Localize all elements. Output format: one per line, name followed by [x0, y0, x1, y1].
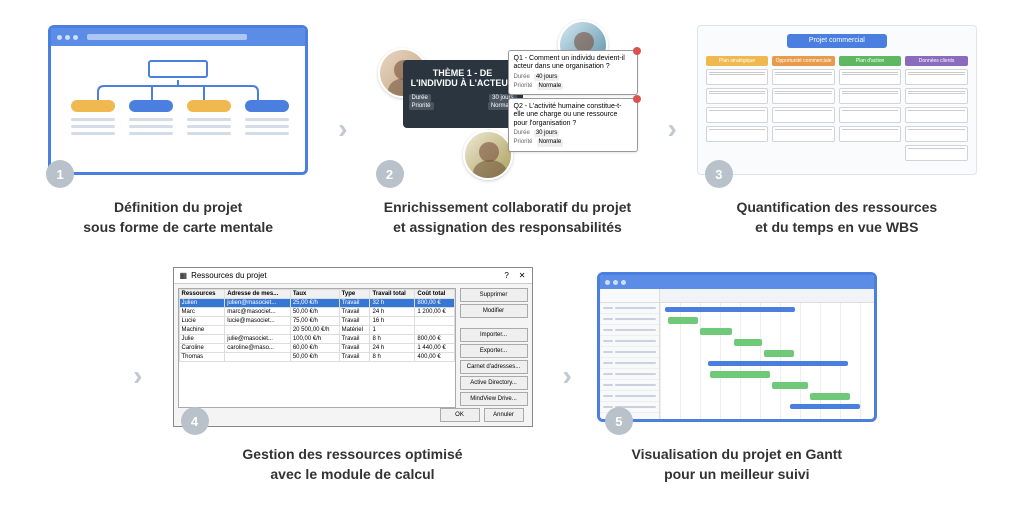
gantt-browser-mockup [597, 272, 877, 422]
notification-dot-icon [633, 47, 641, 55]
step-5-illustration: 5 [597, 267, 877, 427]
cancel-button[interactable]: Annuler [484, 408, 524, 422]
step-3-illustration: Projet commercial Plan stratégique Oppor… [697, 20, 977, 180]
step-1-caption: Définition du projet sous forme de carte… [83, 198, 273, 237]
step-1: 1 Définition du projet sous forme de car… [38, 20, 318, 237]
question-text: Q2 - L'activité humaine constitue-t-elle… [514, 103, 632, 128]
step-5-badge: 5 [605, 407, 633, 435]
caption-line: Visualisation du projet en Gantt [632, 446, 843, 462]
step-3-caption: Quantification des ressources et du temp… [736, 198, 937, 237]
mindmap-browser-mockup [48, 25, 308, 175]
step-5-caption: Visualisation du projet en Gantt pour un… [632, 445, 843, 484]
dialog-button[interactable]: Active Directory... [460, 376, 528, 390]
step-2-caption: Enrichissement collaboratif du projet et… [384, 198, 631, 237]
step-2: THÈME 1 - DE L'INDIVIDU À L'ACTEUR Durée… [368, 20, 648, 237]
step-4-badge: 4 [181, 407, 209, 435]
row-1: 1 Définition du projet sous forme de car… [40, 20, 975, 237]
caption-line: Quantification des ressources [736, 199, 937, 215]
question-card-2: Q2 - L'activité humaine constitue-t-elle… [508, 98, 638, 152]
wbs-root: Projet commercial [787, 34, 887, 48]
dialog-button[interactable]: Exporter... [460, 344, 528, 358]
notification-dot-icon [633, 95, 641, 103]
step-3-badge: 3 [705, 160, 733, 188]
mindmap-root-node [148, 60, 208, 78]
caption-line: pour un meilleur suivi [664, 466, 809, 482]
theme-title: THÈME 1 - DE L'INDIVIDU À L'ACTEUR [409, 68, 517, 88]
table-header: Taux [290, 290, 339, 299]
table-row[interactable]: Lucielucie@masociet...75,00 €/hTravail16… [179, 317, 454, 326]
caption-line: Gestion des ressources optimisé [242, 446, 462, 462]
step-3: Projet commercial Plan stratégique Oppor… [697, 20, 977, 237]
caption-line: Enrichissement collaboratif du projet [384, 199, 631, 215]
dialog-button[interactable]: Supprimer [460, 288, 528, 302]
caption-line: sous forme de carte mentale [83, 219, 273, 235]
table-header: Coût total [415, 290, 454, 299]
dialog-button[interactable]: Carnet d'adresses... [460, 360, 528, 374]
dialog-button[interactable]: Modifier [460, 304, 528, 318]
table-row[interactable]: Thomas50,00 €/hTravail8 h400,00 € [179, 353, 454, 362]
ok-button[interactable]: OK [440, 408, 480, 422]
step-2-badge: 2 [376, 160, 404, 188]
row-2: › ▦ Ressources du projet ? ✕ RessourcesA… [40, 267, 975, 484]
resources-table: RessourcesAdresse de mes...TauxTypeTrava… [178, 288, 456, 408]
step-4-illustration: ▦ Ressources du projet ? ✕ RessourcesAdr… [173, 267, 533, 427]
table-row[interactable]: Juliejulie@masociet...100,00 €/hTravail8… [179, 335, 454, 344]
theme-card: THÈME 1 - DE L'INDIVIDU À L'ACTEUR Durée… [403, 60, 523, 128]
mindmap-connectors [88, 80, 268, 100]
step-4-caption: Gestion des ressources optimisé avec le … [242, 445, 462, 484]
chevron-right-icon: › [563, 360, 572, 392]
dialog-button[interactable]: MindView Drive... [460, 392, 528, 406]
table-row[interactable]: Machine20 500,00 €/hMatériel1 [179, 326, 454, 335]
caption-line: avec le module de calcul [270, 466, 434, 482]
question-text: Q1 - Comment un individu devient-il acte… [514, 55, 632, 72]
workflow-diagram: 1 Définition du projet sous forme de car… [40, 20, 975, 484]
resources-dialog: ▦ Ressources du projet ? ✕ RessourcesAdr… [173, 267, 533, 427]
help-icon: ? [504, 271, 508, 280]
step-5: 5 Visualisation du projet en Gantt pour … [592, 267, 882, 484]
wbs-view: Projet commercial Plan stratégique Oppor… [697, 25, 977, 175]
chevron-right-icon: › [338, 113, 347, 145]
table-header: Adresse de mes... [225, 290, 291, 299]
step-2-illustration: THÈME 1 - DE L'INDIVIDU À L'ACTEUR Durée… [368, 20, 648, 180]
caption-line: Définition du projet [114, 199, 242, 215]
table-header: Type [339, 290, 370, 299]
chevron-right-icon: › [668, 113, 677, 145]
step-4: ▦ Ressources du projet ? ✕ RessourcesAdr… [163, 267, 543, 484]
chevron-right-icon: › [133, 360, 142, 392]
caption-line: et du temps en vue WBS [755, 219, 918, 235]
table-row[interactable]: Julienjulien@masociet...25,00 €/hTravail… [179, 299, 454, 308]
dialog-titlebar: ▦ Ressources du projet ? ✕ [174, 268, 532, 284]
table-header: Ressources [179, 290, 225, 299]
avatar [463, 130, 513, 180]
table-row[interactable]: Marcmarc@masociet...50,00 €/hTravail24 h… [179, 308, 454, 317]
gantt-chart-area [660, 289, 874, 422]
dialog-side-buttons: Supprimer Modifier Importer... Exporter... C… [460, 288, 528, 408]
dialog-button[interactable]: Importer... [460, 328, 528, 342]
dialog-title: Ressources du projet [191, 271, 267, 280]
dialog-icon: ▦ [180, 271, 188, 280]
close-icon: ✕ [519, 271, 526, 280]
caption-line: et assignation des responsabilités [393, 219, 622, 235]
question-card-1: Q1 - Comment un individu devient-il acte… [508, 50, 638, 95]
step-1-illustration: 1 [38, 20, 318, 180]
step-1-badge: 1 [46, 160, 74, 188]
table-header: Travail total [370, 290, 415, 299]
table-row[interactable]: Carolinecaroline@maso...60,00 €/hTravail… [179, 344, 454, 353]
